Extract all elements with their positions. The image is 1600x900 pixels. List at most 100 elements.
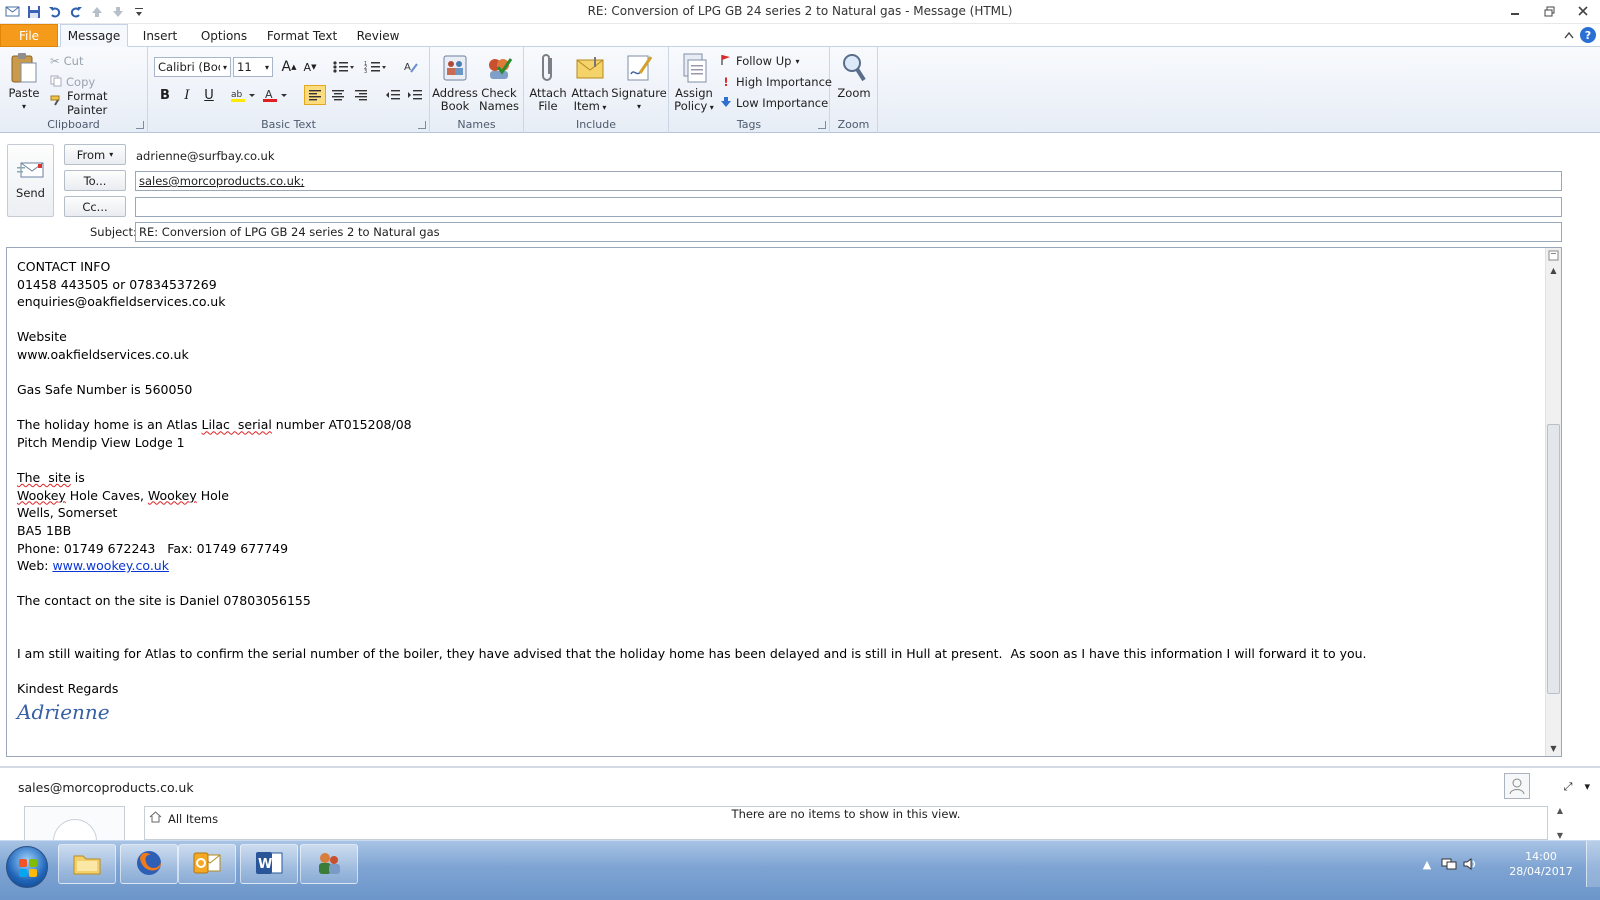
attach-file-button[interactable]: Attach File (528, 51, 568, 113)
copy-icon (50, 75, 62, 90)
taskbar-people-app[interactable] (300, 844, 358, 884)
format-painter-button[interactable]: Format Painter (50, 89, 147, 117)
avatar[interactable] (1504, 773, 1530, 799)
people-pane: sales@morcoproducts.co.uk ⤢ ▾ All Items … (0, 766, 1600, 846)
chevron-down-icon[interactable]: ▾ (1584, 780, 1590, 794)
tags-launcher-icon[interactable] (818, 121, 826, 129)
address-book-button[interactable]: Address Book (432, 51, 478, 113)
scrollbar-thumb[interactable] (1547, 424, 1560, 694)
taskbar-firefox[interactable] (120, 844, 178, 884)
to-button[interactable]: To... (64, 170, 126, 191)
folder-icon (72, 850, 102, 879)
window-controls (1498, 0, 1600, 22)
scroll-up-icon[interactable]: ▲ (1546, 263, 1561, 278)
signature: Adrienne (17, 699, 110, 724)
help-icon[interactable]: ? (1580, 27, 1596, 43)
signature-icon (623, 51, 655, 85)
font-size-select[interactable]: 11 ▾ (233, 57, 273, 77)
outlook-icon (192, 849, 222, 880)
body-scrollbar[interactable]: ▲ ▼ (1545, 248, 1561, 756)
tab-insert[interactable]: Insert (132, 24, 188, 47)
check-names-button[interactable]: Check Names (478, 51, 520, 113)
people-scrollbar[interactable]: ▲ ▼ (1552, 806, 1568, 840)
system-tray: ▲ 14:00 28/04/2017 (1416, 841, 1600, 887)
cut-button[interactable]: ✂ Cut (50, 51, 83, 71)
grow-font-icon[interactable]: A ▲ (278, 57, 300, 77)
ribbon-tabs: File Message Insert Options Format Text … (0, 24, 1600, 47)
taskbar-word[interactable]: W (240, 844, 298, 884)
tab-file[interactable]: File (0, 24, 58, 47)
close-icon[interactable] (1566, 0, 1600, 22)
bullets-icon[interactable] (328, 57, 358, 77)
from-button[interactable]: From ▾ (64, 144, 126, 165)
align-center-icon[interactable] (327, 85, 349, 105)
assign-policy-button[interactable]: Assign Policy ▾ (673, 51, 715, 114)
to-field[interactable]: sales@morcoproducts.co.uk; (135, 171, 1562, 191)
cc-button[interactable]: Cc... (64, 196, 126, 217)
decrease-indent-icon[interactable] (382, 85, 404, 105)
minimize-ribbon-icon[interactable] (1564, 28, 1574, 42)
cc-field[interactable] (135, 197, 1562, 217)
window-title: RE: Conversion of LPG GB 24 series 2 to … (587, 4, 1013, 18)
scroll-down-icon[interactable]: ▼ (1546, 741, 1561, 756)
recipient-chip[interactable]: sales@morcoproducts.co.uk; (139, 174, 304, 188)
wookey-link[interactable]: www.wookey.co.uk (52, 558, 169, 573)
underline-button[interactable]: U (198, 85, 220, 105)
scroll-up-icon[interactable]: ▲ (1557, 806, 1563, 815)
italic-button[interactable]: I (176, 85, 198, 105)
people-items-list[interactable]: All Items There are no items to show in … (144, 806, 1548, 840)
show-desktop-button[interactable] (1586, 841, 1600, 887)
numbering-icon[interactable]: 123 (360, 57, 390, 77)
firefox-icon (134, 848, 164, 881)
paintbrush-icon (50, 95, 63, 111)
bold-button[interactable]: B (154, 85, 176, 105)
font-color-icon[interactable]: A (260, 85, 290, 105)
increase-indent-icon[interactable] (404, 85, 426, 105)
paste-button[interactable]: Paste ▾ (6, 51, 42, 113)
scroll-down-icon[interactable]: ▼ (1557, 831, 1563, 840)
taskbar: W ▲ 14:00 28/04/2017 (0, 840, 1600, 900)
message-header: Send From ▾ adrienne@surfbay.co.uk To...… (0, 134, 1600, 246)
ruler-toggle-icon[interactable] (1546, 248, 1561, 263)
message-body[interactable]: CONTACT INFO 01458 443505 or 07834537269… (6, 247, 1562, 757)
clipboard-launcher-icon[interactable] (136, 121, 144, 129)
font-name-select[interactable]: Calibri (Body) ▾ (154, 57, 231, 77)
align-right-icon[interactable] (350, 85, 372, 105)
follow-up-button[interactable]: Follow Up ▾ (720, 52, 799, 70)
clear-formatting-icon[interactable]: A (400, 57, 422, 77)
flag-icon (720, 54, 732, 69)
exclamation-icon: ! (723, 75, 729, 89)
low-importance-button[interactable]: Low Importance (720, 94, 828, 112)
taskbar-file-explorer[interactable] (58, 844, 116, 884)
chevron-down-icon: ▾ (264, 62, 269, 72)
svg-text:3: 3 (364, 69, 367, 74)
magnifier-icon (838, 51, 870, 85)
tab-options[interactable]: Options (192, 24, 256, 47)
basic-text-launcher-icon[interactable] (418, 121, 426, 129)
signature-button[interactable]: Signature ▾ (611, 51, 667, 113)
taskbar-outlook[interactable] (178, 844, 236, 884)
attach-item-button[interactable]: Attach Item ▾ (570, 51, 610, 114)
network-icon[interactable] (1438, 857, 1460, 871)
windows-logo-icon (19, 859, 37, 877)
tab-review[interactable]: Review (348, 24, 408, 47)
show-hidden-icons-icon[interactable]: ▲ (1416, 858, 1438, 871)
chevron-down-icon: ▾ (109, 150, 114, 159)
minimize-icon[interactable] (1498, 0, 1532, 22)
highlight-icon[interactable]: ab (228, 85, 258, 105)
start-button[interactable] (6, 846, 48, 888)
tab-message[interactable]: Message (60, 24, 128, 47)
restore-icon[interactable] (1532, 0, 1566, 22)
expand-icon[interactable]: ⤢ (1564, 780, 1573, 794)
shrink-font-icon[interactable]: A ▼ (299, 57, 321, 77)
zoom-button[interactable]: Zoom (834, 51, 874, 100)
subject-field[interactable]: RE: Conversion of LPG GB 24 series 2 to … (135, 222, 1562, 242)
high-importance-button[interactable]: ! High Importance (720, 73, 832, 91)
paperclip-icon (532, 51, 564, 85)
tab-format-text[interactable]: Format Text (260, 24, 344, 47)
check-names-icon (483, 51, 515, 85)
send-button[interactable]: Send (7, 144, 54, 217)
volume-icon[interactable] (1460, 857, 1482, 871)
clock[interactable]: 14:00 28/04/2017 (1502, 849, 1580, 879)
align-left-icon[interactable] (304, 85, 326, 105)
